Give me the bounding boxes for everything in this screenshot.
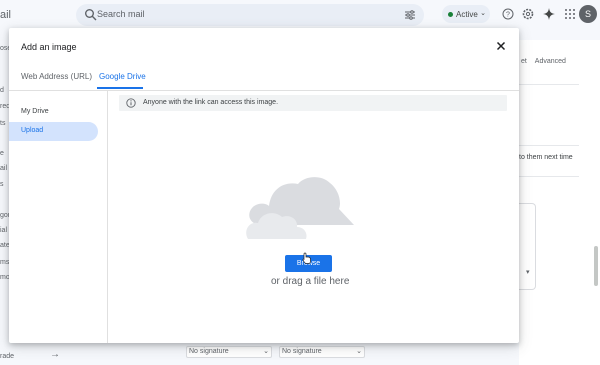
hand-cursor-icon	[302, 252, 311, 264]
settings-text: to them next time	[519, 154, 573, 161]
gmail-brand-fragment: ail	[0, 9, 12, 21]
close-icon[interactable]	[494, 39, 508, 53]
notice-text: Anyone with the link can access this ima…	[143, 99, 279, 106]
sidebar-item-upload[interactable]: Upload	[21, 127, 43, 134]
info-icon	[126, 98, 136, 108]
left-fragment: ts	[0, 120, 6, 127]
search-placeholder: Search mail	[97, 9, 145, 19]
active-tab-indicator	[97, 87, 143, 89]
search-icon	[85, 9, 97, 21]
signature-select-value: No signature	[282, 348, 322, 355]
status-selector[interactable]: Active ⌄	[442, 5, 490, 23]
signature-select-value: No signature	[189, 348, 229, 355]
chevron-down-icon: ⌄	[480, 10, 486, 17]
left-fragment: ial	[0, 227, 8, 234]
tab-google-drive[interactable]: Google Drive	[99, 72, 146, 81]
signature-select[interactable]: No signature ⌄	[279, 346, 365, 358]
left-fragment: d	[0, 87, 4, 94]
divider	[519, 84, 579, 85]
tab-web-address[interactable]: Web Address (URL)	[21, 72, 92, 81]
left-fragment: s	[0, 181, 4, 188]
settings-tab[interactable]: et	[521, 58, 527, 65]
settings-tabs: et Advanced	[519, 58, 566, 65]
chevron-down-icon[interactable]: ▾	[526, 268, 530, 276]
left-fragment: ms	[0, 259, 10, 266]
gear-icon[interactable]	[522, 8, 534, 20]
left-fragment: e	[0, 150, 4, 157]
drag-file-hint: or drag a file here	[271, 276, 350, 287]
bottom-fragment: rade	[0, 353, 15, 360]
filter-icon[interactable]	[404, 9, 416, 21]
chevron-down-icon: ⌄	[356, 348, 362, 355]
account-avatar[interactable]: S	[579, 5, 597, 23]
link-access-notice: Anyone with the link can access this ima…	[119, 95, 507, 111]
divider	[519, 176, 579, 177]
sidebar-item-my-drive[interactable]: My Drive	[21, 108, 49, 115]
signature-select[interactable]: No signature ⌄	[186, 346, 272, 358]
settings-box	[519, 203, 536, 290]
search-bar[interactable]: Search mail	[76, 4, 424, 26]
help-icon[interactable]: ?	[502, 8, 514, 20]
settings-tab-advanced[interactable]: Advanced	[535, 58, 566, 65]
divider	[519, 145, 579, 146]
sidebar-divider	[107, 91, 108, 343]
tabs-divider	[9, 90, 519, 91]
apps-grid-icon[interactable]	[564, 8, 576, 20]
chevron-down-icon: ⌄	[263, 348, 269, 355]
add-image-dialog: Add an image Web Address (URL) Google Dr…	[9, 28, 519, 343]
status-label: Active	[456, 10, 478, 19]
arrow-right-icon[interactable]: →	[50, 349, 60, 360]
scrollbar-thumb[interactable]	[594, 246, 598, 286]
cloud-illustration	[246, 177, 354, 239]
left-fragment: ail	[0, 165, 8, 172]
active-status-dot	[448, 12, 453, 17]
dialog-title: Add an image	[21, 42, 77, 52]
svg-text:?: ?	[506, 12, 510, 19]
sparkle-icon[interactable]	[543, 8, 555, 20]
